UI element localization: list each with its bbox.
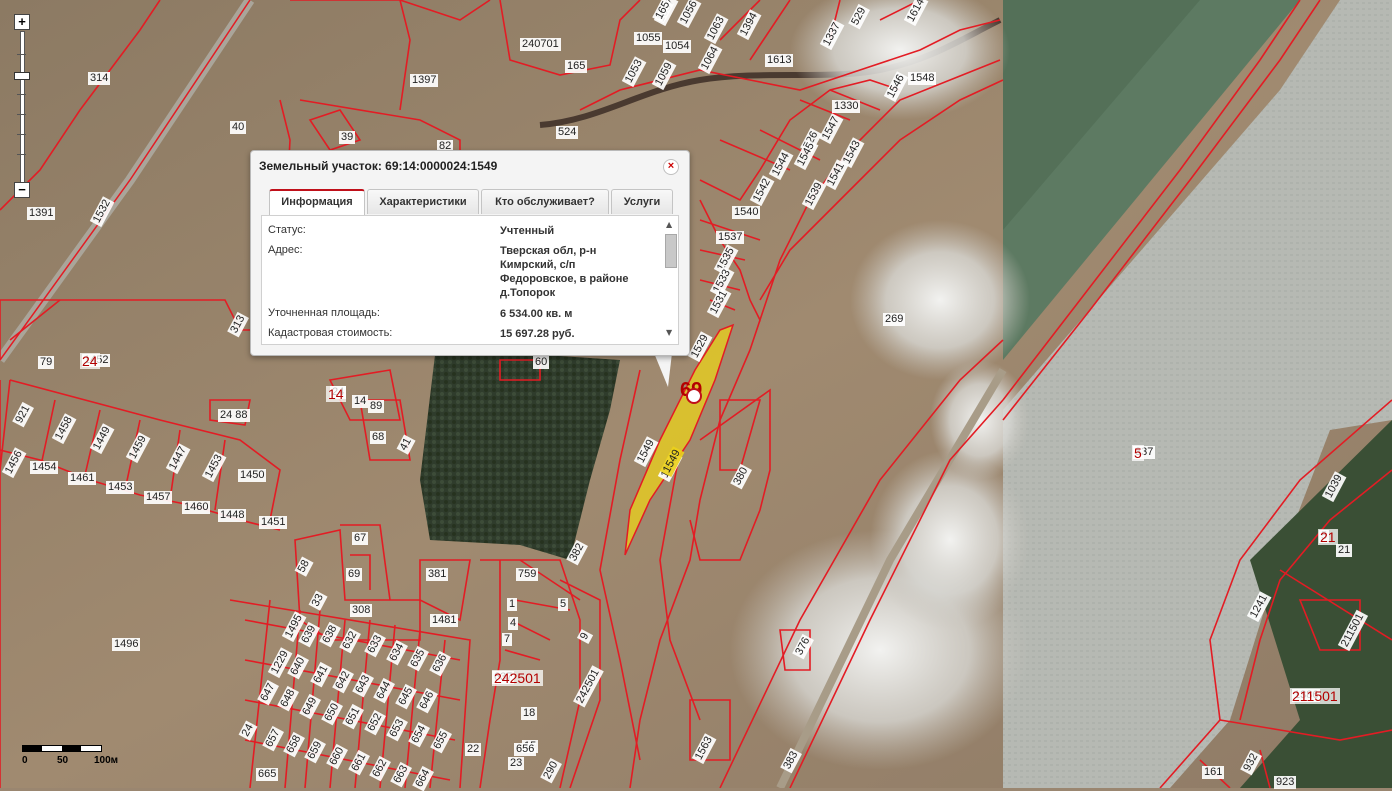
parcel-label[interactable]: 1451 [259, 516, 288, 529]
parcel-label[interactable]: 923 [1274, 776, 1297, 789]
parcel-label[interactable]: 1460 [182, 501, 211, 514]
field-value-status: Учтенный [500, 225, 555, 237]
zoom-tick [17, 94, 26, 95]
parcel-label[interactable]: 7 [502, 633, 513, 646]
scroll-up-icon[interactable]: ▲ [666, 220, 672, 229]
parcel-label[interactable]: 22 [465, 743, 482, 756]
parcel-label[interactable]: 21 [1336, 544, 1353, 557]
parcel-label[interactable]: 161 [1202, 766, 1225, 779]
block-label: 5 [1132, 445, 1144, 461]
parcel-label[interactable]: 1496 [112, 638, 141, 651]
scale-label-100: 100м [94, 755, 119, 766]
zoom-tick [17, 154, 26, 155]
block-label: 242501 [492, 670, 543, 686]
parcel-label[interactable]: 14 [352, 395, 369, 408]
scroll-thumb[interactable] [665, 234, 677, 268]
parcel-label[interactable]: 69 [346, 568, 363, 581]
zoom-slider-handle[interactable] [14, 72, 30, 80]
parcel-label[interactable]: 759 [516, 568, 539, 581]
popup-pointer [654, 353, 672, 387]
parcel-label[interactable]: 165 [565, 60, 588, 73]
parcel-label[interactable]: 1391 [27, 207, 56, 220]
block-label: 211501 [1290, 688, 1340, 704]
parcel-label[interactable]: 1 [507, 598, 518, 611]
parcel-label[interactable]: 68 [370, 431, 387, 444]
parcel-label[interactable]: 5 [558, 598, 569, 611]
parcel-label[interactable]: 1548 [908, 72, 937, 85]
zoom-in-button[interactable]: + [14, 14, 30, 30]
parcel-label[interactable]: 89 [368, 400, 385, 413]
parcel-label[interactable]: 1054 [663, 40, 692, 53]
tab-characteristics[interactable]: Характеристики [367, 189, 479, 214]
parcel-label[interactable]: 656 [514, 743, 537, 756]
parcel-label[interactable]: 39 [339, 131, 356, 144]
popup-scrollbar[interactable]: ▲ ▼ [664, 220, 677, 338]
scale-bar-graphic [22, 745, 102, 752]
location-marker-icon[interactable] [686, 388, 702, 404]
parcel-label[interactable]: 308 [350, 604, 373, 617]
tab-who-serves[interactable]: Кто обслуживает? [481, 189, 609, 214]
zoom-tick [17, 54, 26, 55]
field-label-address: Адрес: [268, 244, 303, 256]
field-label-area: Уточненная площадь: [268, 307, 380, 319]
parcel-label[interactable]: 18 [521, 707, 538, 720]
parcel-label[interactable]: 1537 [716, 231, 745, 244]
parcel-label[interactable]: 67 [352, 532, 369, 545]
parcel-label[interactable]: 23 [508, 757, 525, 770]
parcel-label[interactable]: 1453 [106, 481, 135, 494]
parcel-label[interactable]: 1613 [765, 54, 794, 67]
field-value-address: Тверская обл, р-н Кимрский, с/п Федоровс… [500, 245, 629, 299]
parcel-label[interactable]: 4 [508, 617, 519, 630]
field-value-area: 6 534.00 кв. м [500, 308, 573, 320]
parcel-label[interactable]: 1330 [832, 100, 861, 113]
parcel-info-popup: Земельный участок: 69:14:0000024:1549 × … [250, 150, 690, 356]
zoom-tick [17, 114, 26, 115]
parcel-label[interactable]: 524 [556, 126, 579, 139]
scroll-down-icon[interactable]: ▼ [666, 328, 672, 337]
parcel-label[interactable]: 1448 [218, 509, 247, 522]
parcel-label[interactable]: 40 [230, 121, 247, 134]
parcel-label[interactable]: 1461 [68, 472, 97, 485]
parcel-label[interactable]: 79 [38, 356, 55, 369]
parcel-label[interactable]: 314 [88, 72, 111, 85]
parcel-label[interactable]: 1397 [410, 74, 439, 87]
parcel-label[interactable]: 1457 [144, 491, 173, 504]
block-label: 14 [326, 386, 346, 402]
zoom-out-button[interactable]: − [14, 182, 30, 198]
field-label-cost: Кадастровая стоимость: [268, 327, 393, 339]
parcel-label[interactable]: 240701 [520, 38, 561, 51]
field-label-status: Статус: [268, 224, 306, 236]
parcel-label[interactable]: 269 [883, 313, 906, 326]
parcel-label[interactable]: 381 [426, 568, 449, 581]
parcel-label[interactable]: 665 [256, 768, 279, 781]
tab-information[interactable]: Информация [269, 189, 365, 216]
field-value-cost: 15 697.28 руб. [500, 328, 575, 340]
parcel-label[interactable]: 1450 [238, 469, 267, 482]
parcel-label[interactable]: 1540 [732, 206, 761, 219]
parcel-label[interactable]: 1055 [634, 32, 663, 45]
parcel-label[interactable]: 1481 [430, 614, 459, 627]
block-label: 24 [80, 353, 100, 369]
parcel-label[interactable]: 60 [533, 356, 550, 369]
parcel-label[interactable]: 1454 [30, 461, 59, 474]
parcel-label[interactable]: 24 88 [218, 409, 250, 422]
scale-label-0: 0 [22, 755, 28, 766]
tab-services[interactable]: Услуги [611, 189, 673, 214]
scale-label-50: 50 [57, 755, 69, 766]
block-label: 21 [1318, 529, 1338, 545]
zoom-control: + − [14, 14, 30, 198]
close-icon[interactable]: × [663, 159, 679, 175]
popup-info-panel: Статус: Учтенный Адрес: Тверская обл, р-… [261, 215, 679, 345]
popup-title: Земельный участок: 69:14:0000024:1549 [259, 159, 498, 173]
zoom-tick [17, 134, 26, 135]
